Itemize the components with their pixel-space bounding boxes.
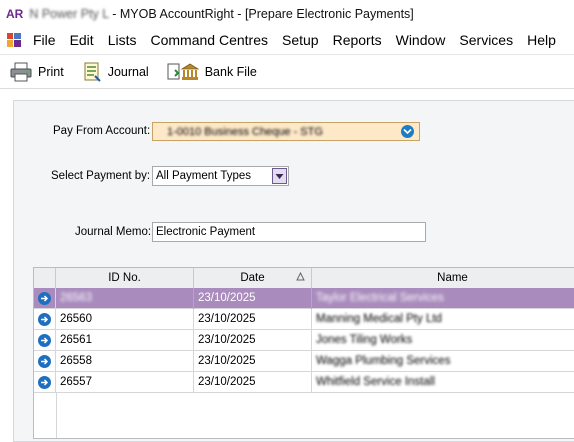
cell-date: 23/10/2025 bbox=[194, 351, 312, 372]
menu-setup[interactable]: Setup bbox=[275, 32, 326, 48]
journal-memo-label: Journal Memo: bbox=[75, 226, 152, 238]
cell-id: 26557 bbox=[56, 372, 194, 393]
table-row[interactable]: 26563 23/10/2025 Taylor Electrical Servi… bbox=[34, 288, 574, 309]
cell-id: 26563 bbox=[56, 288, 194, 309]
print-button[interactable]: Print bbox=[10, 62, 64, 82]
header-name[interactable]: Name bbox=[312, 268, 574, 288]
cell-name: Wagga Plumbing Services bbox=[312, 351, 574, 372]
printer-icon bbox=[10, 62, 32, 81]
table-row[interactable]: 26561 23/10/2025 Jones Tiling Works bbox=[34, 330, 574, 351]
row-select-cell[interactable] bbox=[34, 309, 56, 330]
journal-button[interactable]: Journal bbox=[82, 62, 149, 82]
cell-date: 23/10/2025 bbox=[194, 309, 312, 330]
window-title: N Power Pty L - MYOB AccountRight - [Pre… bbox=[29, 7, 413, 21]
bank-file-button[interactable]: Bank File bbox=[167, 62, 257, 82]
menu-bar: File Edit Lists Command Centres Setup Re… bbox=[0, 29, 574, 51]
cell-name-value: Whitfield Service Install bbox=[316, 376, 435, 388]
header-date[interactable]: Date bbox=[194, 268, 312, 288]
payments-table: ID No. Date Name 26563 23/10/2025 Taylor… bbox=[33, 267, 574, 439]
window-title-text: - MYOB AccountRight - [Prepare Electroni… bbox=[108, 7, 414, 21]
cell-id: 26561 bbox=[56, 330, 194, 351]
cell-date: 23/10/2025 bbox=[194, 330, 312, 351]
pay-from-label: Pay From Account: bbox=[53, 125, 151, 137]
journal-icon bbox=[84, 62, 101, 82]
empty-select-column bbox=[34, 393, 57, 438]
menu-reports[interactable]: Reports bbox=[326, 32, 389, 48]
menu-window[interactable]: Window bbox=[389, 32, 453, 48]
cell-name-value: Wagga Plumbing Services bbox=[316, 355, 451, 367]
dropdown-arrow-icon[interactable] bbox=[272, 168, 287, 184]
bank-file-icon bbox=[167, 63, 199, 80]
cell-date: 23/10/2025 bbox=[194, 288, 312, 309]
arrow-right-icon[interactable] bbox=[38, 355, 51, 368]
row-select-cell[interactable] bbox=[34, 330, 56, 351]
sort-ascending-icon bbox=[296, 272, 305, 281]
arrow-right-icon[interactable] bbox=[38, 313, 51, 326]
cell-name-value: Manning Medical Pty Ltd bbox=[316, 313, 442, 325]
window-menu-icon[interactable] bbox=[7, 33, 21, 47]
menu-services[interactable]: Services bbox=[452, 32, 520, 48]
cell-id: 26560 bbox=[56, 309, 194, 330]
menu-file[interactable]: File bbox=[26, 32, 63, 48]
menu-edit[interactable]: Edit bbox=[63, 32, 101, 48]
title-bar: AR N Power Pty L - MYOB AccountRight - [… bbox=[0, 0, 574, 28]
table-row[interactable]: 26558 23/10/2025 Wagga Plumbing Services bbox=[34, 351, 574, 372]
row-select-cell[interactable] bbox=[34, 351, 56, 372]
bank-file-label: Bank File bbox=[204, 64, 257, 79]
journal-label: Journal bbox=[107, 64, 149, 79]
cell-name: Jones Tiling Works bbox=[312, 330, 574, 351]
app-logo: AR bbox=[6, 7, 24, 21]
cell-name: Manning Medical Pty Ltd bbox=[312, 309, 574, 330]
toolbar: Print Journal Bank File bbox=[0, 54, 574, 89]
header-date-label: Date bbox=[240, 272, 265, 284]
menu-lists[interactable]: Lists bbox=[101, 32, 144, 48]
print-label: Print bbox=[38, 64, 64, 79]
company-name: N Power Pty L bbox=[29, 7, 109, 21]
cell-name-value: Jones Tiling Works bbox=[316, 334, 413, 346]
chevron-down-icon[interactable] bbox=[401, 125, 414, 138]
journal-memo-input[interactable]: Electronic Payment bbox=[152, 222, 426, 242]
cell-id-value: 26563 bbox=[60, 292, 92, 304]
journal-memo-value: Electronic Payment bbox=[156, 226, 256, 238]
cell-date: 23/10/2025 bbox=[194, 372, 312, 393]
cell-name-value: Taylor Electrical Services bbox=[316, 292, 444, 304]
menu-command-centres[interactable]: Command Centres bbox=[143, 32, 275, 48]
pay-from-account-value: 1-0010 Business Cheque - STG bbox=[167, 125, 323, 138]
table-row[interactable]: 26560 23/10/2025 Manning Medical Pty Ltd bbox=[34, 309, 574, 330]
table-row[interactable]: 26557 23/10/2025 Whitfield Service Insta… bbox=[34, 372, 574, 393]
header-id-no[interactable]: ID No. bbox=[56, 268, 194, 288]
select-payment-label: Select Payment by: bbox=[51, 170, 151, 182]
select-payment-dropdown[interactable]: All Payment Types bbox=[152, 166, 289, 186]
row-select-cell[interactable] bbox=[34, 372, 56, 393]
arrow-right-icon[interactable] bbox=[38, 376, 51, 389]
header-select-column bbox=[34, 268, 56, 288]
cell-name: Whitfield Service Install bbox=[312, 372, 574, 393]
arrow-right-icon[interactable] bbox=[38, 292, 51, 305]
row-select-cell[interactable] bbox=[34, 288, 56, 309]
cell-id: 26558 bbox=[56, 351, 194, 372]
menu-help[interactable]: Help bbox=[520, 32, 563, 48]
arrow-right-icon[interactable] bbox=[38, 334, 51, 347]
table-header: ID No. Date Name bbox=[34, 268, 574, 289]
pay-from-account-select[interactable]: 1-0010 Business Cheque - STG bbox=[152, 122, 420, 141]
select-payment-value: All Payment Types bbox=[156, 170, 252, 182]
cell-name: Taylor Electrical Services bbox=[312, 288, 574, 309]
